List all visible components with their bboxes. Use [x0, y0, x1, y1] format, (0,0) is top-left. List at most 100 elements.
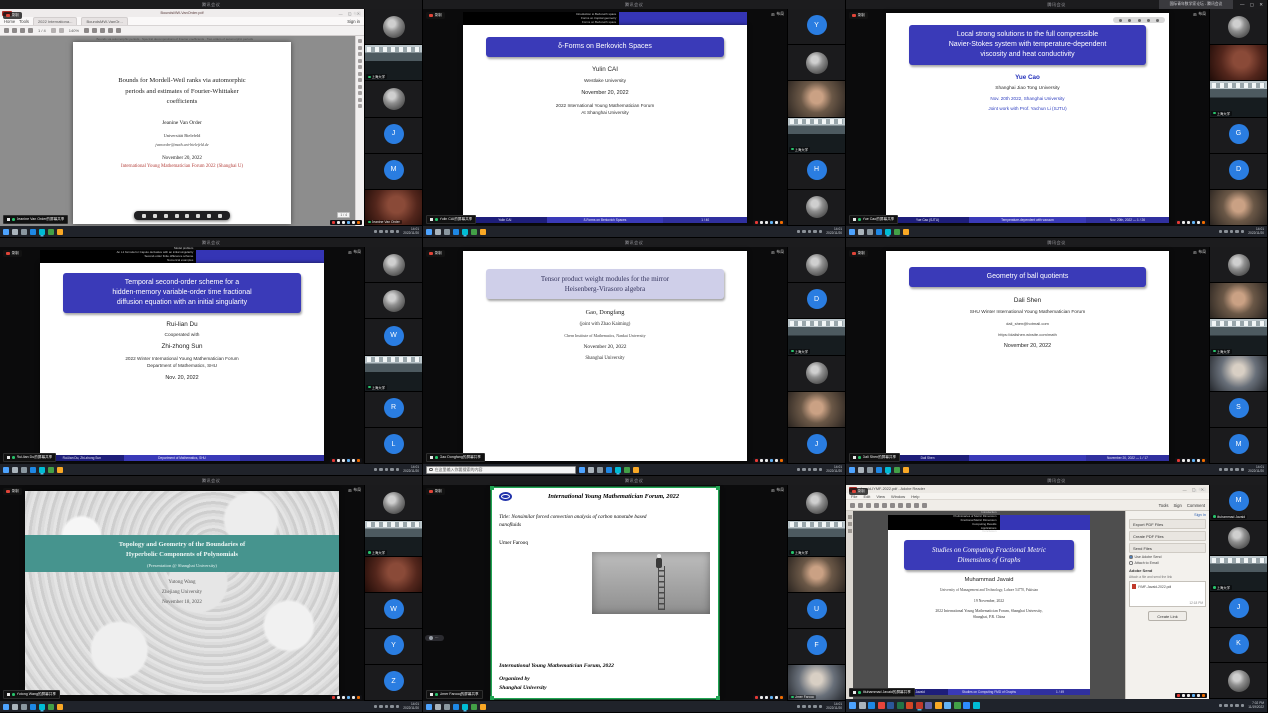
task-view-icon[interactable] [21, 229, 27, 235]
wechat-icon[interactable] [894, 229, 900, 235]
meeting-mini-toolbar[interactable] [753, 695, 786, 701]
menu-view[interactable]: View [876, 494, 885, 499]
mini-toolbar-icon-2[interactable] [765, 696, 769, 700]
start-icon[interactable] [3, 704, 9, 710]
mini-toolbar-icon-4[interactable] [775, 459, 779, 463]
start-icon[interactable] [3, 467, 9, 473]
meeting-icon[interactable] [462, 229, 468, 235]
layout-button[interactable]: ⊞布局 [771, 488, 784, 493]
mini-toolbar-icon-5[interactable] [357, 221, 361, 225]
rotate-icon[interactable] [922, 503, 927, 508]
save-icon[interactable] [858, 503, 863, 508]
recording-badge[interactable]: 录制 [426, 250, 445, 257]
mini-toolbar-icon-0[interactable] [332, 221, 336, 225]
mini-toolbar-icon-5[interactable] [1202, 694, 1206, 698]
mini-toolbar-icon-3[interactable] [770, 696, 774, 700]
explorer-icon[interactable] [57, 229, 63, 235]
tray-icon-3[interactable] [1235, 704, 1239, 708]
mini-toolbar-icon-4[interactable] [1197, 221, 1201, 225]
participant-tile[interactable]: 上海大学 [365, 356, 422, 392]
pdf-floating-toolbar[interactable] [134, 211, 230, 220]
participant-tile[interactable]: W [365, 593, 422, 629]
screen-share-banner[interactable]: Umer Farooq的屏幕共享 [426, 690, 483, 699]
prev-page-icon[interactable] [882, 503, 887, 508]
layout-button[interactable]: ⊞布局 [1193, 250, 1206, 255]
mini-toolbar-icon-3[interactable] [1192, 221, 1196, 225]
layout-button[interactable]: ⊞布局 [348, 12, 361, 17]
mini-toolbar-icon-4[interactable] [775, 221, 779, 225]
recording-badge[interactable]: 录制 [849, 12, 868, 19]
mini-toolbar-icon-2[interactable] [1187, 221, 1191, 225]
participant-tile[interactable] [1210, 190, 1267, 226]
screen-share-banner[interactable]: Muhammad Javaid的屏幕共享 [849, 688, 915, 697]
floating-tool-icon[interactable] [196, 214, 200, 218]
wechat-icon[interactable] [48, 229, 54, 235]
participant-tile[interactable] [788, 485, 845, 521]
participant-tile[interactable] [1210, 521, 1267, 557]
participant-tile[interactable]: U [788, 593, 845, 629]
meeting-mini-toolbar[interactable] [1175, 458, 1208, 464]
edge-icon[interactable] [453, 704, 459, 710]
mini-toolbar-icon-1[interactable] [760, 221, 764, 225]
pdf-tool-icon[interactable] [358, 78, 362, 82]
mini-toolbar-icon-4[interactable] [1197, 694, 1201, 698]
meeting-icon[interactable] [39, 704, 45, 710]
mini-toolbar-icon-3[interactable] [347, 459, 351, 463]
taskbar-clock[interactable]: 14:012022/11/20 [826, 703, 842, 709]
tray-icon-4[interactable] [819, 468, 823, 472]
tray-icon-2[interactable] [808, 468, 812, 472]
trash-icon[interactable] [116, 28, 121, 33]
taskbar-clock[interactable]: 14:012022/11/20 [403, 703, 419, 709]
search-icon[interactable] [859, 702, 866, 709]
start-icon[interactable] [426, 704, 432, 710]
search-icon[interactable] [12, 229, 18, 235]
print-icon[interactable] [12, 28, 17, 33]
taskbar-clock[interactable]: 14:012022/11/20 [403, 466, 419, 472]
tray-icon-4[interactable] [396, 230, 400, 234]
participant-tile[interactable]: 上海大学 [365, 45, 422, 81]
participant-tile[interactable]: J [788, 428, 845, 464]
mail-icon[interactable] [944, 702, 951, 709]
participant-tile[interactable]: MMuhammad Javaid [1210, 485, 1267, 521]
document-tab[interactable]: BoundsMW-VanOr... [81, 17, 127, 25]
pdf-tool-icon[interactable] [358, 85, 362, 89]
mini-toolbar-icon-3[interactable] [1192, 694, 1196, 698]
menu-help[interactable]: Help [911, 494, 919, 499]
participant-tile[interactable]: G [1210, 118, 1267, 154]
participant-tile[interactable]: D [788, 283, 845, 319]
tray-icon-1[interactable] [802, 705, 806, 709]
pane-comment[interactable]: Comment [1187, 503, 1205, 508]
edge-icon[interactable] [30, 704, 36, 710]
participant-tile[interactable]: S [1210, 392, 1267, 428]
mini-toolbar-icon-5[interactable] [1202, 459, 1206, 463]
participant-tile[interactable] [788, 392, 845, 428]
meeting-icon[interactable] [885, 467, 891, 473]
tray-icon-0[interactable] [374, 705, 378, 709]
floating-tool-icon[interactable] [185, 214, 189, 218]
tray-icon-3[interactable] [390, 230, 394, 234]
tray-icon-3[interactable] [813, 705, 817, 709]
meeting-titlebar[interactable]: 腾讯会议 [0, 0, 422, 9]
tray-icon-3[interactable] [1235, 468, 1239, 472]
task-view-icon[interactable] [867, 467, 873, 473]
participant-tile[interactable] [365, 557, 422, 593]
mail-icon[interactable] [874, 503, 879, 508]
screen-share-banner[interactable]: Jeanine Van Order的屏幕共享 [3, 215, 68, 224]
recording-badge[interactable]: 录制 [849, 488, 868, 495]
create-link-button[interactable]: Create Link [1148, 611, 1186, 621]
file-item[interactable]: IYMF-Javaid-2022.pdf [1132, 584, 1203, 589]
mini-toolbar-icon-5[interactable] [780, 221, 784, 225]
pane-tools[interactable]: Tools [1159, 503, 1169, 508]
windows-taskbar[interactable]: 14:012022/11/20 [0, 464, 422, 475]
participant-tile[interactable]: J [365, 118, 422, 154]
search-icon[interactable] [588, 467, 594, 473]
undo-icon[interactable] [108, 28, 113, 33]
meeting-titlebar[interactable]: 腾讯会议 [423, 0, 845, 9]
search-icon[interactable] [858, 467, 864, 473]
document-tab[interactable]: 2022 Internationa... [33, 17, 77, 25]
tray-icon-4[interactable] [819, 705, 823, 709]
mini-toolbar-icon-4[interactable] [1197, 459, 1201, 463]
tray-icon-1[interactable] [379, 705, 383, 709]
floating-tool-icon[interactable] [164, 214, 168, 218]
participant-tile[interactable] [1210, 283, 1267, 319]
